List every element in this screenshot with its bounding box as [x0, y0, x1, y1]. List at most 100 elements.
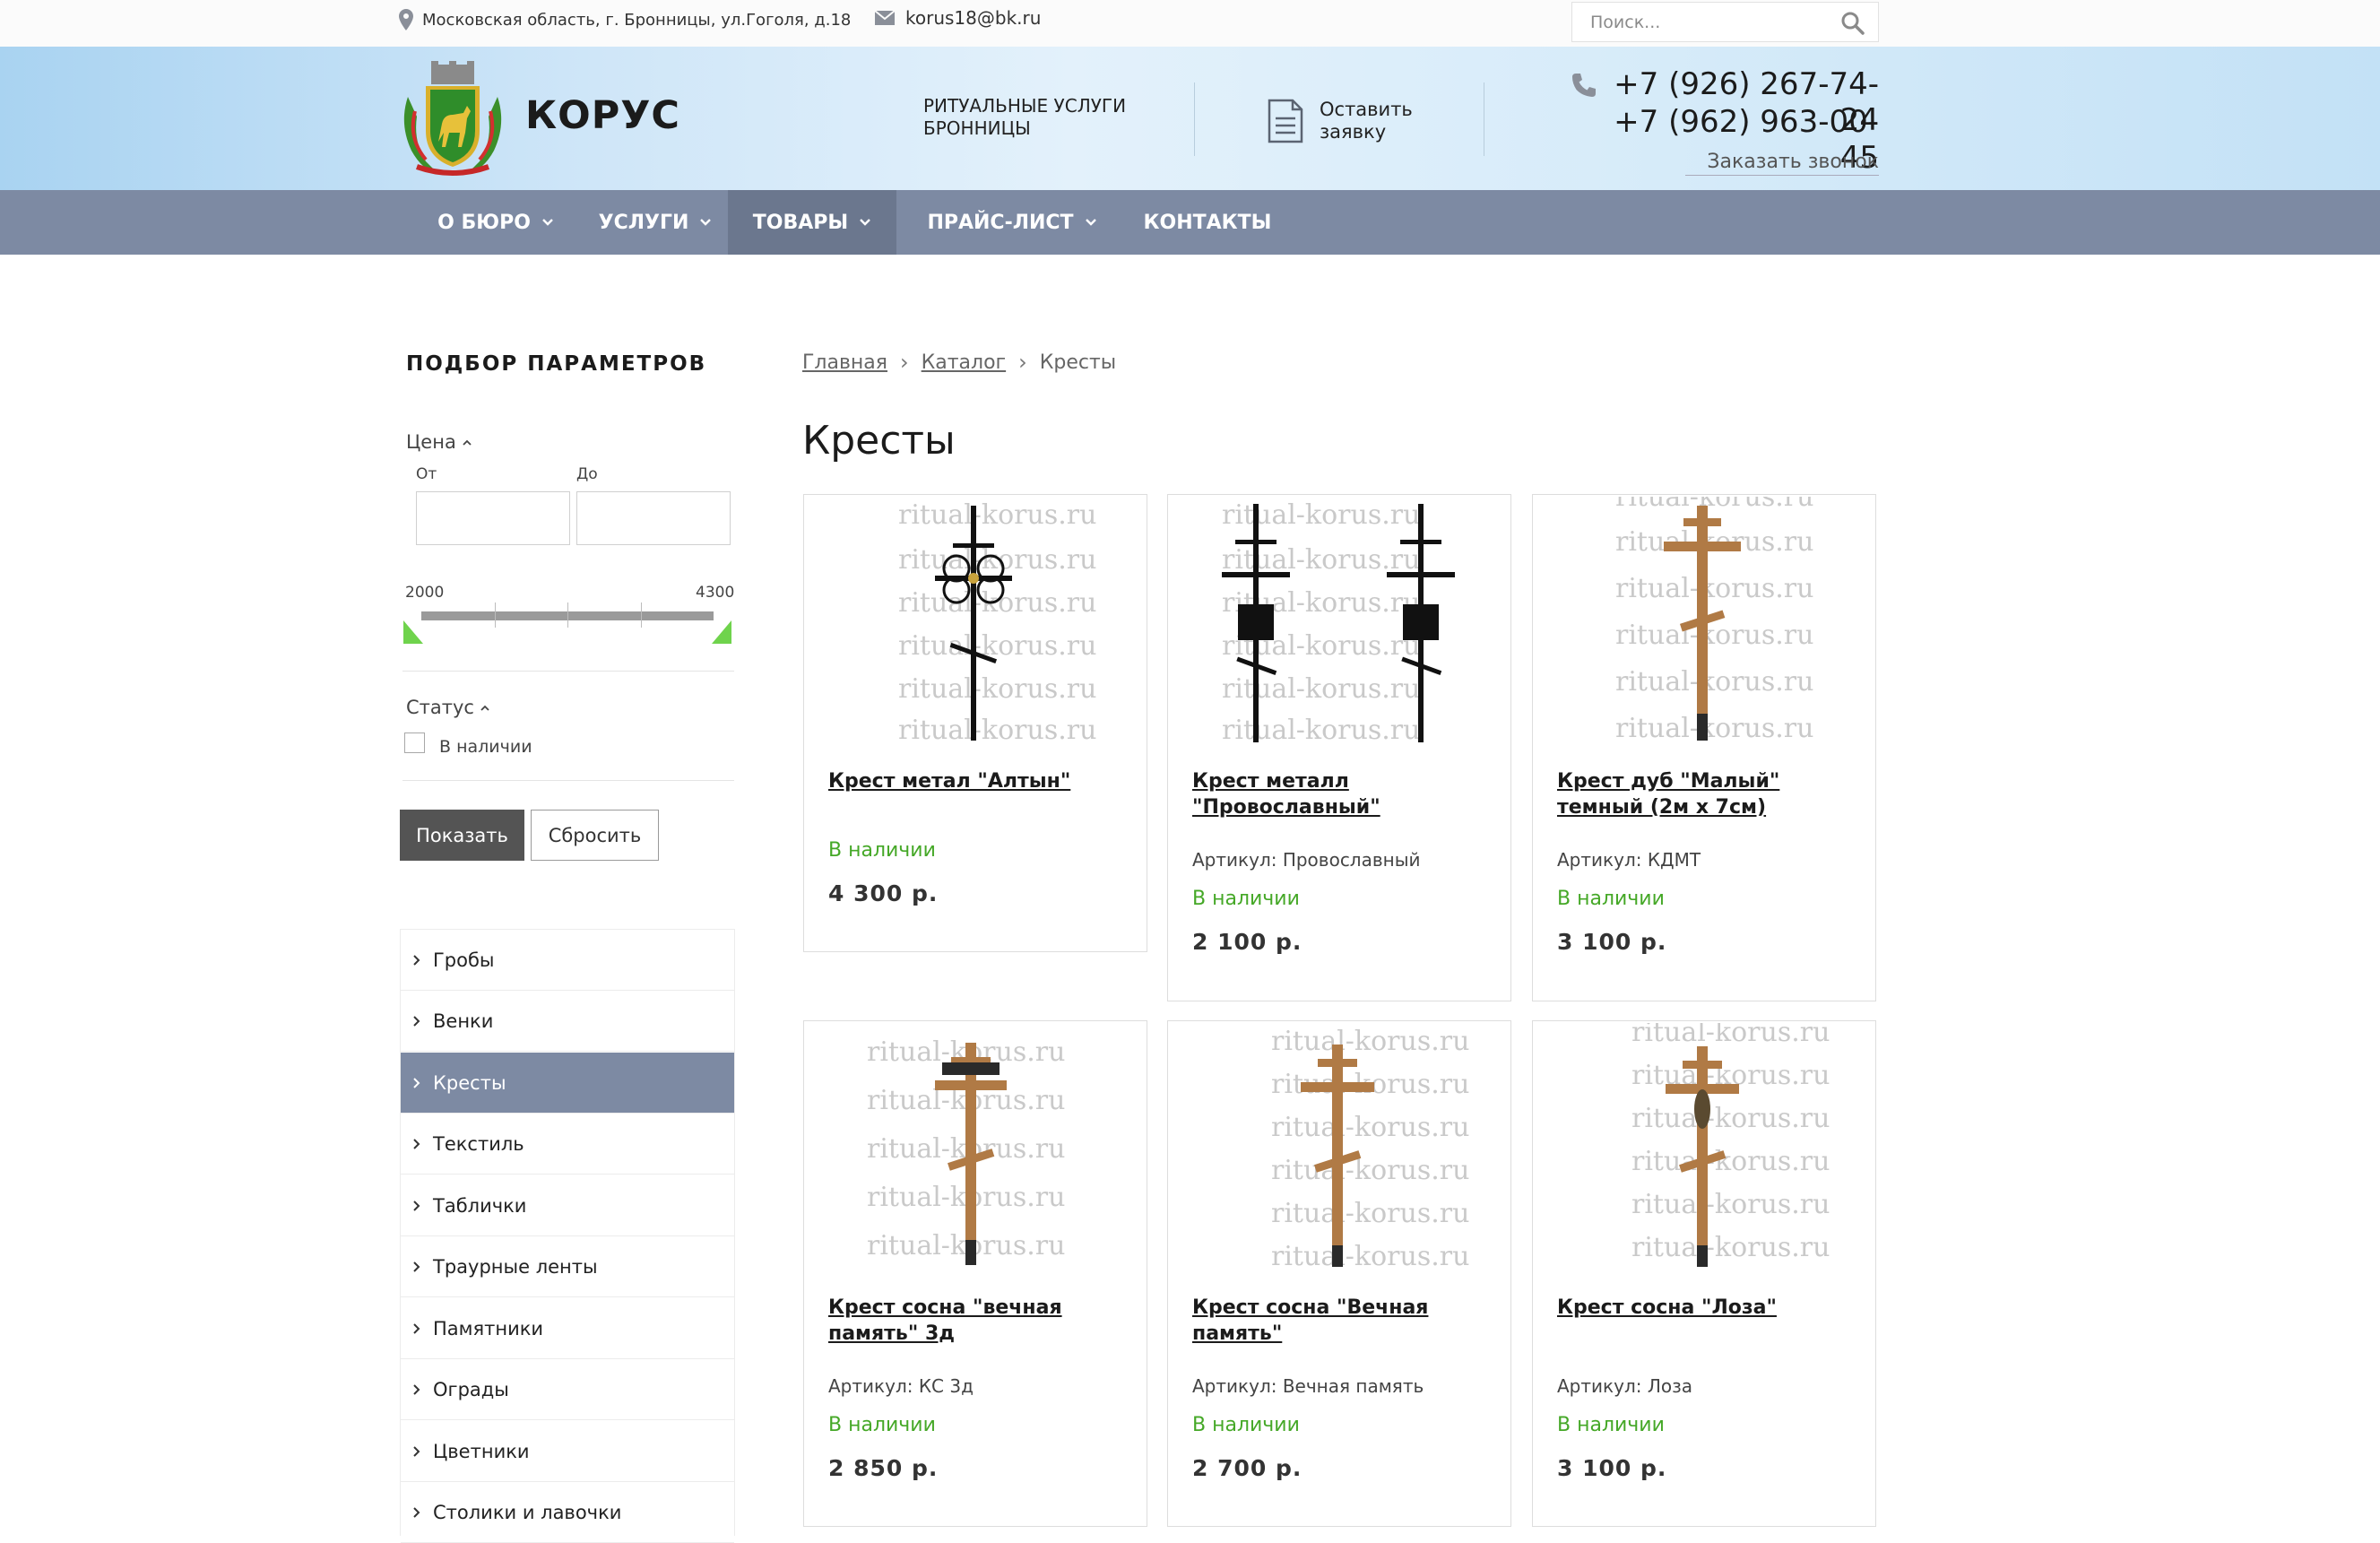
svg-text:ritual-korus.ru: ritual-korus.ru — [1271, 1155, 1469, 1186]
slider-handle-min[interactable] — [403, 620, 423, 644]
product-article: Артикул: КС 3д — [828, 1375, 974, 1397]
status-filter-toggle[interactable]: Статус — [406, 697, 490, 718]
category-label: Венки — [433, 1010, 494, 1032]
chevron-right-icon — [413, 1445, 420, 1457]
divider — [402, 671, 734, 672]
breadcrumb-separator: › — [1018, 350, 1027, 375]
price-from-input[interactable] — [416, 491, 570, 545]
svg-text:ritual-korus.ru: ritual-korus.ru — [1615, 666, 1813, 698]
product-price: 4 300 р. — [828, 880, 939, 906]
product-image[interactable]: ritual-korus.ru ritual-korus.ru ritual-k… — [1551, 497, 1858, 746]
main-nav: О БЮРО УСЛУГИ ТОВАРЫ ПРАЙС-ЛИСТ КОНТАКТЫ — [0, 190, 2380, 255]
category-item-flowerbeds[interactable]: Цветники — [401, 1421, 734, 1482]
nav-item-products[interactable]: ТОВАРЫ — [728, 190, 896, 255]
price-to-input[interactable] — [576, 491, 731, 545]
logo-text[interactable]: КОРУС — [525, 93, 680, 138]
address: Московская область, г. Бронницы, ул.Гого… — [399, 9, 851, 30]
product-card[interactable]: ritual-korus.ru ritual-korus.ru ritual-k… — [803, 1020, 1147, 1527]
svg-text:ritual-korus.ru: ritual-korus.ru — [1271, 1026, 1469, 1057]
product-card[interactable]: ritual-korus.ru ritual-korus.ru ritual-k… — [1532, 494, 1876, 1001]
price-label: Цена — [406, 431, 456, 453]
svg-text:ritual-korus.ru: ritual-korus.ru — [1615, 497, 1813, 513]
chevron-right-icon — [413, 1077, 420, 1088]
divider — [402, 780, 734, 781]
product-name[interactable]: Крест сосна "Лоза" — [1557, 1295, 1862, 1321]
callback-link[interactable]: Заказать звонок — [1685, 151, 1879, 176]
product-image[interactable]: ritual-korus.ru ritual-korus.ru ritual-k… — [1186, 497, 1493, 746]
product-article: Артикул: Лоза — [1557, 1375, 1692, 1397]
nav-item-pricelist[interactable]: ПРАЙС-ЛИСТ — [923, 190, 1101, 255]
category-item-ribbons[interactable]: Траурные ленты — [401, 1236, 734, 1297]
svg-text:ritual-korus.ru: ritual-korus.ru — [1615, 713, 1813, 744]
in-stock-checkbox[interactable] — [404, 732, 425, 753]
watermark: ritual-korus.ru ritual-korus.ru ritual-k… — [1631, 1023, 1830, 1263]
slider-tick — [495, 602, 496, 628]
nav-item-about[interactable]: О БЮРО — [423, 190, 568, 255]
chevron-right-icon — [413, 1015, 420, 1027]
nav-item-services[interactable]: УСЛУГИ — [588, 190, 723, 255]
chevron-right-icon — [413, 1261, 420, 1272]
category-label: Кресты — [433, 1071, 506, 1094]
breadcrumb: Главная › Каталог › Кресты — [802, 350, 1116, 375]
product-price: 2 850 р. — [828, 1455, 939, 1481]
svg-text:ritual-korus.ru: ritual-korus.ru — [1631, 1232, 1830, 1263]
svg-text:ritual-korus.ru: ritual-korus.ru — [1631, 1189, 1830, 1220]
stock-status: В наличии — [1192, 888, 1300, 910]
document-icon[interactable] — [1268, 99, 1303, 143]
svg-text:ritual-korus.ru: ritual-korus.ru — [898, 587, 1096, 619]
email-text[interactable]: korus18@bk.ru — [905, 7, 1041, 29]
price-filter-toggle[interactable]: Цена — [406, 431, 472, 453]
product-name[interactable]: Крест метал "Алтын" — [828, 768, 1133, 794]
slider-max-value: 4300 — [696, 584, 735, 602]
chevron-down-icon — [1085, 219, 1096, 226]
nav-item-label: ПРАЙС-ЛИСТ — [927, 211, 1074, 234]
svg-text:ritual-korus.ru: ritual-korus.ru — [1222, 544, 1420, 576]
search-input[interactable] — [1572, 3, 1832, 41]
product-image[interactable]: ritual-korus.ru ritual-korus.ru ritual-k… — [822, 1023, 1129, 1272]
show-button[interactable]: Показать — [400, 810, 524, 861]
svg-text:ritual-korus.ru: ritual-korus.ru — [1615, 573, 1813, 604]
product-image[interactable]: ritual-korus.ru ritual-korus.ru ritual-k… — [1186, 1023, 1493, 1272]
product-name[interactable]: Крест сосна "Вечная память" — [1192, 1295, 1497, 1347]
filter-title: ПОДБОР ПАРАМЕТРОВ — [406, 352, 707, 376]
category-item-plates[interactable]: Таблички — [401, 1175, 734, 1236]
product-card[interactable]: ritual-korus.ru ritual-korus.ru ritual-k… — [1167, 494, 1511, 1001]
product-image[interactable]: ritual-korus.ru ritual-korus.ru ritual-k… — [822, 497, 1129, 746]
breadcrumb-home[interactable]: Главная — [802, 351, 887, 374]
reset-button[interactable]: Сбросить — [531, 810, 659, 861]
search-box — [1571, 2, 1879, 42]
product-name[interactable]: Крест сосна "вечная память" 3д — [828, 1295, 1133, 1347]
category-label: Таблички — [433, 1194, 527, 1217]
product-name[interactable]: Крест дуб "Малый" темный (2м х 7см) — [1557, 768, 1862, 820]
email[interactable]: korus18@bk.ru — [875, 7, 1041, 29]
category-item-tables-benches[interactable]: Столики и лавочки — [401, 1482, 734, 1543]
address-text: Московская область, г. Бронницы, ул.Гого… — [422, 10, 852, 30]
nav-item-label: КОНТАКТЫ — [1143, 211, 1272, 234]
category-item-crosses[interactable]: Кресты — [401, 1053, 734, 1114]
product-name[interactable]: Крест металл "Провославный" — [1192, 768, 1497, 820]
category-item-monuments[interactable]: Памятники — [401, 1298, 734, 1359]
product-image[interactable]: ritual-korus.ru ritual-korus.ru ritual-k… — [1551, 1023, 1858, 1272]
svg-text:ritual-korus.ru: ritual-korus.ru — [1631, 1023, 1830, 1048]
in-stock-label[interactable]: В наличии — [439, 737, 532, 757]
request-link[interactable]: Оставить заявку — [1320, 99, 1436, 143]
search-icon[interactable] — [1840, 11, 1865, 36]
product-price: 3 100 р. — [1557, 929, 1667, 955]
breadcrumb-catalog[interactable]: Каталог — [922, 351, 1006, 374]
nav-item-label: УСЛУГИ — [598, 211, 689, 234]
stock-status: В наличии — [828, 839, 936, 862]
svg-text:ritual-korus.ru: ritual-korus.ru — [898, 715, 1096, 746]
product-card[interactable]: ritual-korus.ru ritual-korus.ru ritual-k… — [1532, 1020, 1876, 1527]
svg-text:ritual-korus.ru: ritual-korus.ru — [898, 499, 1096, 531]
product-card[interactable]: ritual-korus.ru ritual-korus.ru ritual-k… — [803, 494, 1147, 952]
nav-item-contacts[interactable]: КОНТАКТЫ — [1131, 190, 1284, 255]
category-item-wreaths[interactable]: Венки — [401, 991, 734, 1052]
product-article: Артикул: Вечная память — [1192, 1375, 1424, 1397]
category-item-coffins[interactable]: Гробы — [401, 930, 734, 991]
category-item-textile[interactable]: Текстиль — [401, 1114, 734, 1175]
svg-text:ritual-korus.ru: ritual-korus.ru — [1271, 1112, 1469, 1143]
product-card[interactable]: ritual-korus.ru ritual-korus.ru ritual-k… — [1167, 1020, 1511, 1527]
category-item-fences[interactable]: Ограды — [401, 1359, 734, 1420]
coat-of-arms-logo[interactable] — [399, 61, 506, 179]
slider-handle-max[interactable] — [712, 620, 731, 644]
